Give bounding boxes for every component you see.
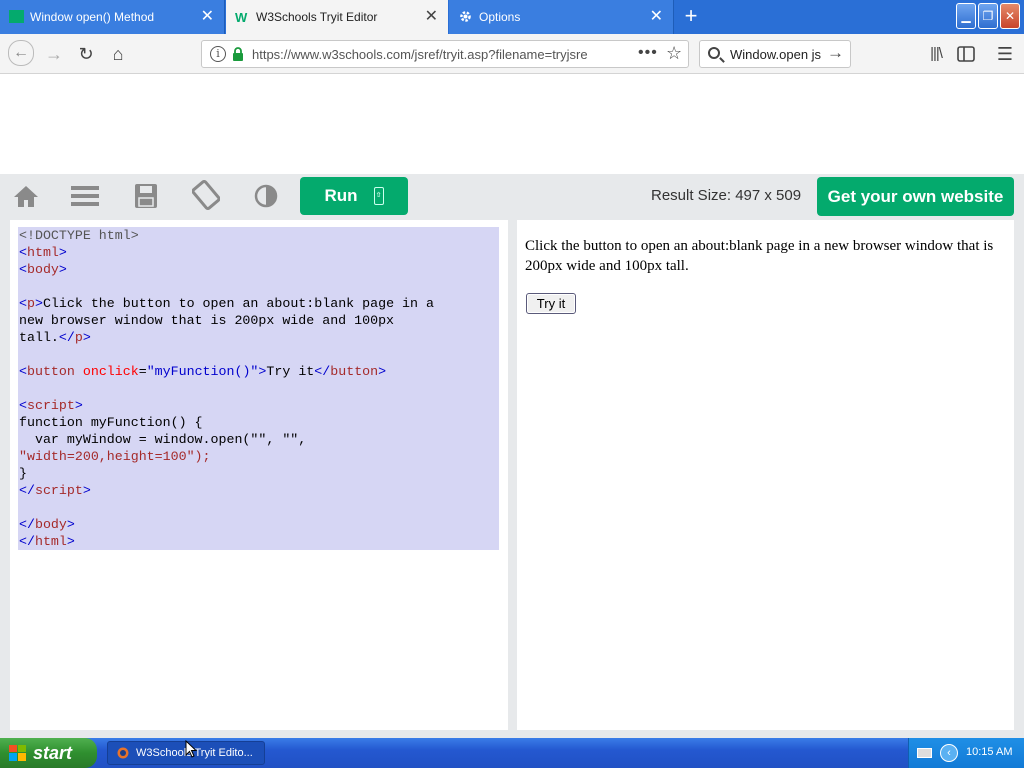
show-hidden-icons-icon[interactable]: ‹ [940, 744, 958, 762]
url-bar[interactable]: i https://www.w3schools.com/jsref/tryit.… [201, 40, 689, 68]
editor-area: <!DOCTYPE html> <html> <body> <p>Click t… [0, 218, 1024, 738]
tab-title: Options [479, 10, 521, 24]
search-input[interactable]: Window.open js [730, 47, 821, 62]
search-icon [708, 47, 720, 59]
reload-icon[interactable]: ↻ [74, 42, 98, 66]
function-line: function myFunction() { [19, 415, 203, 430]
args-line: "width=200,height=100"); [19, 449, 211, 464]
theme-contrast-icon[interactable] [253, 184, 281, 208]
mouse-cursor-icon [185, 740, 197, 758]
search-bar[interactable]: Window.open js → [699, 40, 851, 68]
save-icon[interactable] [133, 184, 161, 208]
keyboard-icon[interactable] [917, 748, 932, 758]
w3schools-favicon [9, 10, 24, 23]
w3schools-logo-icon: W [235, 10, 248, 23]
p-text-line-2: new browser window that is 200px wide an… [19, 313, 395, 328]
close-window-button[interactable]: ✕ [1000, 3, 1020, 29]
lock-icon [233, 47, 243, 61]
info-icon[interactable]: i [210, 46, 226, 62]
bookmark-star-icon[interactable]: ☆ [666, 43, 682, 64]
clock[interactable]: 10:15 AM [966, 746, 1012, 758]
button-text: Try it [266, 364, 315, 379]
code-content[interactable]: <!DOCTYPE html> <html> <body> <p>Click t… [18, 227, 499, 550]
windows-flag-icon [9, 745, 26, 761]
home-icon[interactable] [12, 184, 40, 208]
doctype-line: <!DOCTYPE html> [19, 228, 139, 243]
back-arrow-icon[interactable]: ← [8, 40, 34, 66]
onclick-value: "myFunction()" [146, 364, 259, 379]
tab-title: W3Schools Tryit Editor [256, 10, 378, 24]
page-content: Run ⇧ Result Size: 497 x 509 Get your ow… [0, 74, 1024, 738]
body-tag: body [26, 262, 59, 277]
result-size-label: Result Size: 497 x 509 [651, 187, 802, 204]
tab-title: Window open() Method [30, 10, 155, 24]
taskbar: start W3Schools Tryit Edito... ‹ 10:15 A… [0, 738, 1024, 768]
sidebar-icon[interactable] [954, 42, 978, 66]
rotate-orientation-icon[interactable] [192, 180, 220, 210]
code-editor[interactable]: <!DOCTYPE html> <html> <body> <p>Click t… [10, 220, 508, 730]
var-line: var myWindow = window.open("", "", [19, 432, 307, 447]
forward-arrow-icon[interactable]: → [42, 42, 66, 66]
search-go-arrow-icon[interactable]: → [827, 43, 844, 63]
new-tab-button[interactable]: + [680, 5, 702, 27]
tab-options[interactable]: Options ✕ [449, 0, 674, 34]
run-shortcut-icon: ⇧ [373, 187, 384, 205]
tab-window-open-method[interactable]: Window open() Method ✕ [0, 0, 225, 34]
tab-bar: Window open() Method ✕ W W3Schools Tryit… [0, 0, 1024, 34]
get-website-button[interactable]: Get your own website [817, 177, 1014, 216]
close-tab-icon[interactable]: ✕ [201, 9, 214, 25]
start-button[interactable]: start [0, 738, 97, 768]
url-text[interactable]: https://www.w3schools.com/jsref/tryit.as… [252, 47, 612, 62]
menu-icon[interactable] [71, 184, 99, 208]
close-brace: } [19, 466, 27, 481]
close-tab-icon[interactable]: ✕ [425, 9, 438, 25]
result-paragraph: Click the button to open an about:blank … [525, 238, 994, 274]
result-pane: Click the button to open an about:blank … [517, 220, 1014, 730]
p-text-line-1: Click the button to open an about:blank … [42, 296, 434, 311]
run-button[interactable]: Run ⇧ [300, 177, 408, 215]
try-it-button[interactable]: Try it [526, 293, 576, 314]
run-label: Run [324, 186, 358, 205]
library-icon[interactable]: |||\ [924, 42, 948, 66]
gear-icon [460, 11, 471, 22]
tab-tryit-editor[interactable]: W W3Schools Tryit Editor ✕ [226, 0, 448, 34]
home-icon[interactable]: ⌂ [106, 42, 130, 66]
svg-text:W: W [235, 10, 248, 23]
maximize-button[interactable]: ❐ [978, 3, 998, 29]
html-tag: html [26, 245, 59, 260]
close-tab-icon[interactable]: ✕ [650, 9, 663, 25]
system-tray: ‹ 10:15 AM [908, 738, 1024, 768]
page-actions-icon[interactable]: ••• [638, 44, 658, 62]
start-label: start [33, 743, 73, 763]
hamburger-menu-icon[interactable]: ☰ [993, 42, 1017, 66]
tryit-toolbar: Run ⇧ Result Size: 497 x 509 Get your ow… [0, 174, 1024, 218]
browser-icon [117, 747, 129, 759]
minimize-button[interactable]: ▁ [956, 3, 976, 29]
p-text-line-3: tall. [19, 330, 59, 345]
navigation-bar: ← → ↻ ⌂ i https://www.w3schools.com/jsre… [0, 34, 1024, 74]
